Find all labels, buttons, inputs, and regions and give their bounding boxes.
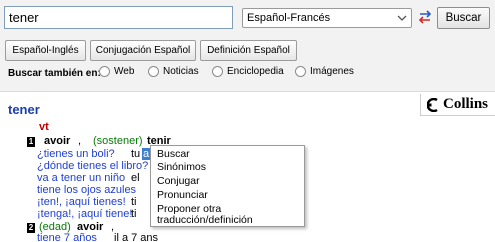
example-french: tu (131, 148, 141, 160)
sense-number: 2 (27, 223, 35, 233)
radio-circle (295, 66, 306, 77)
example-french: ti (131, 196, 137, 208)
example-french: el (131, 172, 140, 184)
radio-label: Noticias (163, 66, 199, 77)
radio-news[interactable]: Noticias (148, 66, 199, 77)
menu-item-propose-line2[interactable]: traducción/definición (157, 215, 253, 226)
example-spanish[interactable]: ¡tenga!, ¡aquí tiene! (37, 208, 132, 220)
swap-languages-icon[interactable] (417, 10, 433, 24)
part-of-speech: vt (39, 121, 49, 133)
menu-item-conjugate[interactable]: Conjugar (157, 176, 200, 187)
radio-circle (212, 66, 223, 77)
language-select[interactable]: Español-Francés (242, 8, 412, 28)
also-search-label: Buscar también en: (8, 68, 101, 79)
menu-item-search[interactable]: Buscar (157, 149, 190, 160)
chevron-down-icon (397, 15, 407, 21)
gloss: (sostener) (93, 135, 143, 147)
example-spanish[interactable]: va a tener un niño (37, 172, 125, 184)
search-toolbar: Español-Francés Buscar Español-Inglés Co… (0, 0, 495, 92)
radio-encyclopedia[interactable]: Enciclopedia (212, 66, 284, 77)
search-input[interactable] (4, 6, 233, 29)
radio-circle (148, 66, 159, 77)
example-spanish[interactable]: tiene 7 años (37, 232, 97, 242)
context-menu: Buscar Sinónimos Conjugar Pronunciar Pro… (150, 145, 305, 227)
spanish-definition-button[interactable]: Definición Español (200, 40, 297, 61)
spanish-english-button[interactable]: Español-Inglés (5, 40, 86, 61)
example-spanish[interactable]: ¿dónde tienes el libro? (37, 160, 148, 172)
menu-item-synonyms[interactable]: Sinónimos (157, 162, 206, 173)
spanish-conjugation-button[interactable]: Conjugación Español (90, 40, 196, 61)
example-spanish[interactable]: ¡ten!, ¡aquí tienes! (37, 196, 126, 208)
menu-item-pronounce[interactable]: Pronunciar (157, 190, 208, 201)
collins-logo: Collins (420, 94, 495, 116)
language-select-value: Español-Francés (247, 12, 331, 24)
radio-label: Imágenes (310, 66, 354, 77)
search-button[interactable]: Buscar (437, 7, 490, 29)
example-spanish[interactable]: tiene los ojos azules (37, 184, 136, 196)
radio-web[interactable]: Web (99, 66, 134, 77)
radio-circle (99, 66, 110, 77)
radio-label: Web (114, 66, 135, 77)
comma: , (78, 135, 82, 147)
headword: tener (8, 102, 40, 117)
translation[interactable]: avoir (44, 135, 70, 147)
example-french: il a 7 ans (114, 232, 159, 242)
example-spanish[interactable]: ¿tienes un boli? (37, 148, 115, 160)
sense-number: 1 (27, 137, 35, 147)
example-french: ti (131, 208, 137, 220)
radio-label: Enciclopedia (227, 66, 284, 77)
collins-mark-icon (427, 97, 438, 112)
radio-images[interactable]: Imágenes (295, 66, 354, 77)
publisher-name: Collins (443, 96, 489, 112)
